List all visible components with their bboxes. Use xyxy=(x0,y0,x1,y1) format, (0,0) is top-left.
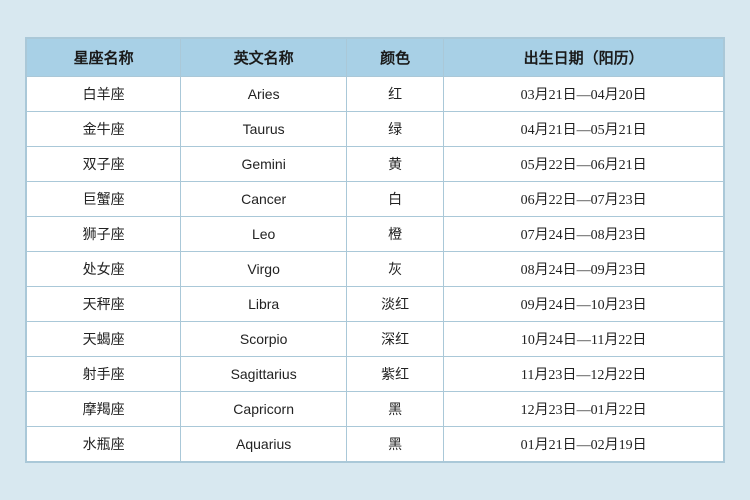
table-row: 摩羯座Capricorn黑12月23日—01月22日 xyxy=(27,392,724,427)
cell-date: 07月24日—08月23日 xyxy=(444,217,724,252)
cell-color: 白 xyxy=(347,182,444,217)
cell-chinese-name: 射手座 xyxy=(27,357,181,392)
cell-color: 橙 xyxy=(347,217,444,252)
cell-date: 11月23日—12月22日 xyxy=(444,357,724,392)
cell-english-name: Leo xyxy=(181,217,347,252)
table-body: 白羊座Aries红03月21日—04月20日金牛座Taurus绿04月21日—0… xyxy=(27,77,724,462)
cell-english-name: Aquarius xyxy=(181,427,347,462)
zodiac-table: 星座名称 英文名称 颜色 出生日期（阳历） 白羊座Aries红03月21日—04… xyxy=(26,38,724,462)
cell-chinese-name: 摩羯座 xyxy=(27,392,181,427)
cell-date: 06月22日—07月23日 xyxy=(444,182,724,217)
cell-date: 01月21日—02月19日 xyxy=(444,427,724,462)
cell-chinese-name: 水瓶座 xyxy=(27,427,181,462)
cell-date: 05月22日—06月21日 xyxy=(444,147,724,182)
cell-chinese-name: 处女座 xyxy=(27,252,181,287)
table-row: 天秤座Libra淡红09月24日—10月23日 xyxy=(27,287,724,322)
header-date: 出生日期（阳历） xyxy=(444,39,724,77)
cell-english-name: Cancer xyxy=(181,182,347,217)
table-row: 巨蟹座Cancer白06月22日—07月23日 xyxy=(27,182,724,217)
cell-english-name: Scorpio xyxy=(181,322,347,357)
cell-date: 10月24日—11月22日 xyxy=(444,322,724,357)
cell-color: 黑 xyxy=(347,427,444,462)
header-color: 颜色 xyxy=(347,39,444,77)
zodiac-table-container: 星座名称 英文名称 颜色 出生日期（阳历） 白羊座Aries红03月21日—04… xyxy=(25,37,725,463)
cell-english-name: Gemini xyxy=(181,147,347,182)
cell-date: 09月24日—10月23日 xyxy=(444,287,724,322)
cell-chinese-name: 巨蟹座 xyxy=(27,182,181,217)
table-row: 金牛座Taurus绿04月21日—05月21日 xyxy=(27,112,724,147)
cell-date: 03月21日—04月20日 xyxy=(444,77,724,112)
cell-date: 04月21日—05月21日 xyxy=(444,112,724,147)
header-english-name: 英文名称 xyxy=(181,39,347,77)
cell-chinese-name: 双子座 xyxy=(27,147,181,182)
cell-color: 红 xyxy=(347,77,444,112)
cell-chinese-name: 白羊座 xyxy=(27,77,181,112)
cell-color: 灰 xyxy=(347,252,444,287)
table-row: 狮子座Leo橙07月24日—08月23日 xyxy=(27,217,724,252)
cell-english-name: Capricorn xyxy=(181,392,347,427)
cell-english-name: Aries xyxy=(181,77,347,112)
cell-english-name: Sagittarius xyxy=(181,357,347,392)
table-header-row: 星座名称 英文名称 颜色 出生日期（阳历） xyxy=(27,39,724,77)
cell-color: 黄 xyxy=(347,147,444,182)
table-row: 白羊座Aries红03月21日—04月20日 xyxy=(27,77,724,112)
cell-chinese-name: 金牛座 xyxy=(27,112,181,147)
cell-color: 深红 xyxy=(347,322,444,357)
table-row: 处女座Virgo灰08月24日—09月23日 xyxy=(27,252,724,287)
cell-color: 淡红 xyxy=(347,287,444,322)
header-chinese-name: 星座名称 xyxy=(27,39,181,77)
cell-date: 08月24日—09月23日 xyxy=(444,252,724,287)
cell-color: 黑 xyxy=(347,392,444,427)
table-row: 天蝎座Scorpio深红10月24日—11月22日 xyxy=(27,322,724,357)
cell-color: 紫红 xyxy=(347,357,444,392)
cell-english-name: Virgo xyxy=(181,252,347,287)
table-row: 射手座Sagittarius紫红11月23日—12月22日 xyxy=(27,357,724,392)
cell-english-name: Taurus xyxy=(181,112,347,147)
cell-color: 绿 xyxy=(347,112,444,147)
cell-chinese-name: 天蝎座 xyxy=(27,322,181,357)
cell-english-name: Libra xyxy=(181,287,347,322)
cell-chinese-name: 狮子座 xyxy=(27,217,181,252)
cell-chinese-name: 天秤座 xyxy=(27,287,181,322)
table-row: 水瓶座Aquarius黑01月21日—02月19日 xyxy=(27,427,724,462)
table-row: 双子座Gemini黄05月22日—06月21日 xyxy=(27,147,724,182)
cell-date: 12月23日—01月22日 xyxy=(444,392,724,427)
